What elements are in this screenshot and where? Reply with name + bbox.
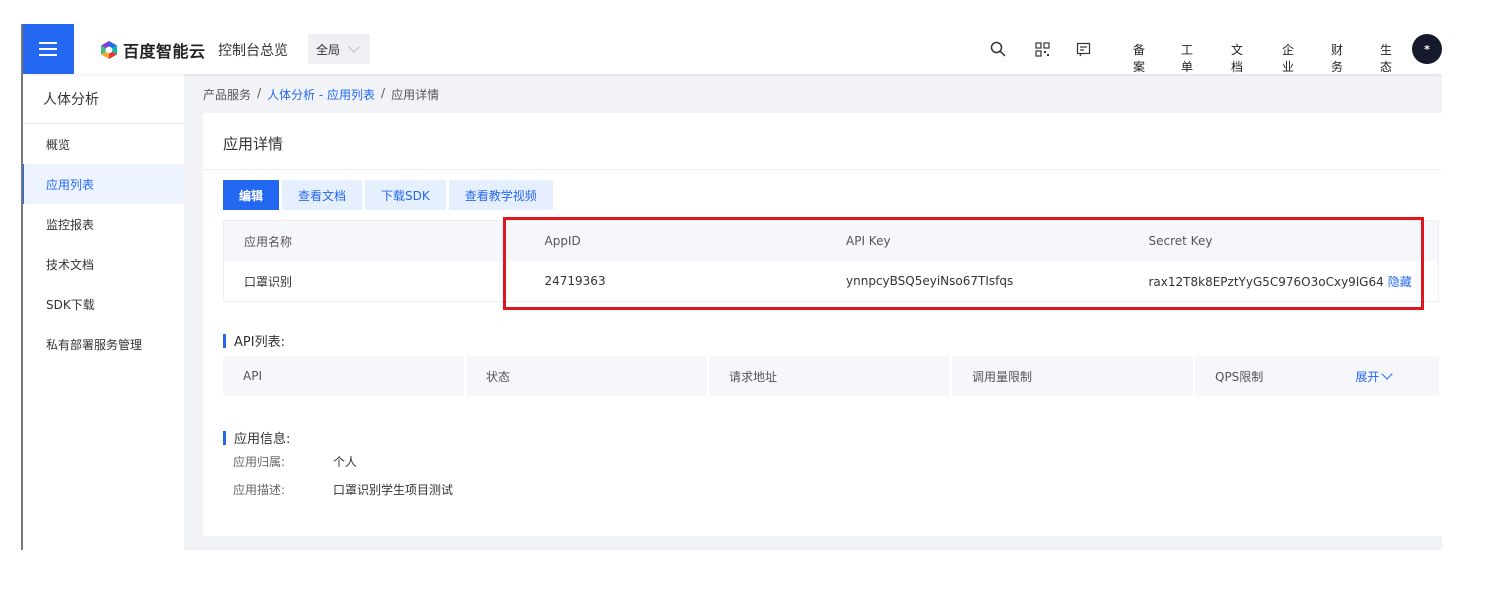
chevron-down-icon [348,41,360,53]
info-key: 应用归属: [233,455,286,469]
sidebar-item-sdk-download[interactable]: SDK下载 [21,284,184,324]
hide-secret-link[interactable]: 隐藏 [1388,275,1412,289]
baidu-cloud-logo-icon [101,41,117,59]
product-sidebar: 人体分析 概览 应用列表 监控报表 技术文档 SDK下载 私有部署服务管理 [21,74,184,550]
breadcrumb-separator: / [381,86,386,100]
filing-link[interactable]: 备案 [1133,41,1145,75]
message-icon[interactable] [1074,40,1092,58]
console-window: 百度智能云 控制台总览 全局 备案 工单 文档 企业 财务 生态 * 人体分析 … [21,24,1442,550]
docs-link[interactable]: 文档 [1231,41,1243,75]
column-header-call-limit: 调用量限制 [952,356,1195,396]
column-header-request-url: 请求地址 [709,356,952,396]
sidebar-item-monitoring[interactable]: 监控报表 [21,204,184,244]
app-name-cell: 口罩识别 [244,274,293,289]
window-left-edge [21,24,23,550]
table-row: 口罩识别 24719363 ynnpcyBSQ5eyiNso67TIsfqs r… [224,261,1438,301]
ticket-link[interactable]: 工单 [1181,41,1193,75]
region-selector[interactable]: 全局 [308,34,370,64]
finance-link[interactable]: 财务 [1331,41,1343,75]
sidebar-title: 人体分析 [21,74,184,124]
column-header-api-key: API Key [846,234,891,248]
secret-key-cell: rax12T8k8EPztYyG5C976O3oCxy9lG64 隐藏 [1129,273,1438,290]
api-list-title: API列表: [234,335,285,350]
top-navigation-bar: 百度智能云 控制台总览 全局 备案 工单 文档 企业 财务 生态 * [21,24,1442,74]
info-value: 口罩识别学生项目测试 [333,483,454,497]
download-sdk-button[interactable]: 下载SDK [365,180,446,210]
api-key-cell: ynnpcyBSQ5eyiNso67TIsfqs [846,274,1014,288]
sidebar-item-tech-docs[interactable]: 技术文档 [21,244,184,284]
title-divider [203,169,1442,170]
api-list-table-header: API 状态 请求地址 调用量限制 QPS限制 展开 [223,356,1439,396]
app-info-heading: 应用信息: [223,428,290,447]
column-header-app-name: 应用名称 [244,234,293,249]
section-accent-bar [223,430,226,445]
breadcrumb: 产品服务 / 人体分析 - 应用列表 / 应用详情 [203,86,439,103]
app-id-cell: 24719363 [544,274,606,288]
action-button-row: 编辑 查看文档 下载SDK 查看教学视频 [223,180,553,210]
info-key: 应用描述: [233,483,286,497]
breadcrumb-separator: / [257,86,262,100]
tutorial-video-button[interactable]: 查看教学视频 [448,180,553,210]
user-avatar[interactable]: * [1412,34,1442,64]
api-list-heading: API列表: [223,331,285,350]
section-accent-bar [223,333,226,348]
app-detail-card: 应用详情 编辑 查看文档 下载SDK 查看教学视频 应用名称 AppID API… [203,113,1442,536]
info-row-ownership: 应用归属: 个人 [233,453,357,470]
view-docs-button[interactable]: 查看文档 [282,180,363,210]
console-overview-link[interactable]: 控制台总览 [218,40,288,60]
column-header-status: 状态 [466,356,709,396]
sidebar-item-private-deploy[interactable]: 私有部署服务管理 [21,324,184,364]
column-header-app-id: AppID [544,234,581,248]
qps-limit-label: QPS限制 [1215,369,1264,384]
breadcrumb-current: 应用详情 [391,88,440,102]
secret-key-value: rax12T8k8EPztYyG5C976O3oCxy9lG64 [1148,274,1384,289]
breadcrumb-root[interactable]: 产品服务 [203,86,251,103]
credentials-table: 应用名称 AppID API Key Secret Key 口罩识别 24719… [223,220,1439,302]
column-header-api: API [223,356,466,396]
app-info-title: 应用信息: [234,432,291,447]
brand-logo[interactable]: 百度智能云 [99,38,206,62]
chevron-down-icon [1381,368,1393,380]
page-title: 应用详情 [223,135,284,153]
region-value: 全局 [316,42,341,57]
menu-icon [38,42,57,56]
column-header-secret-key: Secret Key [1148,234,1213,248]
apps-grid-icon[interactable] [1033,40,1051,58]
sidebar-item-app-list[interactable]: 应用列表 [21,164,184,204]
search-icon[interactable] [989,40,1007,58]
brand-name: 百度智能云 [123,42,206,61]
ecosystem-link[interactable]: 生态 [1380,41,1392,75]
expand-toggle[interactable]: 展开 [1355,368,1393,385]
expand-label: 展开 [1355,369,1380,384]
info-row-description: 应用描述: 口罩识别学生项目测试 [233,481,453,498]
edit-button[interactable]: 编辑 [223,180,280,210]
table-header-row: 应用名称 AppID API Key Secret Key [224,221,1438,261]
breadcrumb-parent-link[interactable]: 人体分析 - 应用列表 [267,86,375,103]
enterprise-link[interactable]: 企业 [1282,41,1294,75]
sidebar-item-overview[interactable]: 概览 [21,124,184,164]
hamburger-menu-button[interactable] [21,24,74,74]
column-header-qps-limit: QPS限制 展开 [1195,356,1439,396]
info-value: 个人 [333,455,358,469]
